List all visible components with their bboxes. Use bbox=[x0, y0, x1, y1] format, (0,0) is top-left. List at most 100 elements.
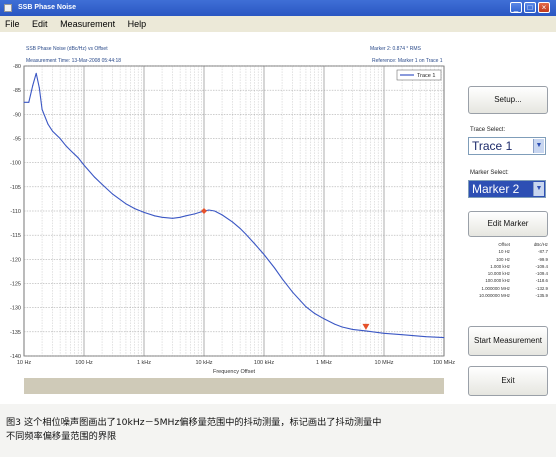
row-value: -109.4 bbox=[535, 263, 548, 269]
trace-select-label: Trace Select: bbox=[470, 127, 506, 133]
app-icon bbox=[4, 4, 12, 12]
y-tick-label: -135 bbox=[10, 330, 21, 336]
marker-select[interactable]: Marker 2 ▼ bbox=[468, 180, 546, 198]
title-bar: SSB Phase Noise _ □ × bbox=[0, 0, 556, 16]
caption-line-1: 图3 这个相位噪声图画出了10kHz－5MHz偏移量范围中的抖动测量，标记画出了… bbox=[6, 417, 382, 428]
row-offset: 10 Hz bbox=[498, 249, 510, 255]
x-tick-label: 1 kHz bbox=[137, 360, 151, 366]
trace-1-point bbox=[383, 332, 385, 334]
trace-1-point bbox=[47, 123, 49, 125]
y-tick-label: -90 bbox=[13, 112, 21, 118]
trace-1-point bbox=[172, 217, 174, 219]
trace-1-point bbox=[52, 130, 54, 132]
trace-1-point bbox=[59, 138, 61, 139]
menu-help[interactable]: Help bbox=[123, 16, 152, 32]
trace-1-point bbox=[77, 157, 79, 159]
row-value: -132.9 bbox=[535, 285, 548, 291]
x-tick-label: 1 MHz bbox=[316, 360, 332, 366]
trace-1-point bbox=[161, 216, 163, 218]
trace-1-point bbox=[274, 267, 276, 269]
y-tick-label: -120 bbox=[10, 257, 21, 263]
trace-1-point bbox=[305, 306, 307, 308]
trace-select[interactable]: Trace 1 ▼ bbox=[468, 137, 546, 155]
trace-1-point bbox=[214, 210, 216, 212]
start-measurement-button[interactable]: Start Measurement bbox=[468, 326, 548, 356]
trace-1-point bbox=[341, 326, 343, 328]
x-tick-label: 10 MHz bbox=[375, 360, 394, 366]
row-offset: 1.000000 MHz bbox=[481, 285, 510, 291]
exit-button[interactable]: Exit bbox=[468, 366, 548, 396]
minimize-button[interactable]: _ bbox=[510, 2, 522, 13]
table-header-value: dBc/Hz bbox=[533, 242, 548, 247]
table-row: 10.000000 MHz -135.9 bbox=[470, 292, 548, 299]
row-offset: 10.000000 MHz bbox=[479, 293, 510, 299]
table-row: 10 Hz -87.7 bbox=[470, 248, 548, 255]
y-tick-label: -125 bbox=[10, 282, 21, 288]
maximize-button[interactable]: □ bbox=[524, 2, 536, 13]
y-tick-label: -95 bbox=[13, 137, 21, 143]
window-title: SSB Phase Noise bbox=[18, 4, 76, 11]
table-header: Offset dBc/Hz bbox=[470, 241, 548, 248]
table-row: 1.000000 MHz -132.9 bbox=[470, 285, 548, 292]
row-value: -118.6 bbox=[535, 278, 548, 284]
x-axis-label: Frequency Offset bbox=[213, 369, 256, 375]
trace-1-point bbox=[352, 328, 354, 330]
x-tick-label: 100 kHz bbox=[254, 360, 274, 366]
trace-1-point bbox=[208, 209, 210, 211]
chevron-down-icon[interactable]: ▼ bbox=[533, 139, 544, 153]
trace-1-point bbox=[314, 312, 316, 314]
trace-1-point bbox=[94, 176, 96, 178]
y-tick-label: -115 bbox=[10, 233, 21, 239]
trace-1-point bbox=[154, 215, 156, 217]
marker-table: Offset dBc/Hz 10 Hz -87.7 100 Hz -99.9 1.0… bbox=[470, 241, 548, 299]
trace-1-point bbox=[401, 334, 403, 336]
y-tick-label: -80 bbox=[13, 64, 21, 70]
trace-1-point bbox=[334, 323, 336, 325]
trace-1-point bbox=[38, 87, 40, 89]
menu-edit[interactable]: Edit bbox=[27, 16, 53, 32]
legend-label: Trace 1 bbox=[417, 73, 435, 79]
chevron-down-icon[interactable]: ▼ bbox=[533, 182, 544, 196]
y-tick-label: -110 bbox=[10, 209, 21, 215]
trace-1-point bbox=[101, 183, 103, 185]
trace-1-point bbox=[32, 84, 34, 86]
y-tick-label: -85 bbox=[13, 88, 21, 94]
menu-measurement[interactable]: Measurement bbox=[55, 16, 120, 32]
table-header-offset: Offset bbox=[498, 242, 510, 247]
trace-1-point bbox=[263, 254, 265, 255]
trace-1-point bbox=[143, 211, 145, 213]
row-offset: 100.000 kHz bbox=[485, 278, 510, 284]
table-row: 100.000 kHz -118.6 bbox=[470, 277, 548, 284]
trace-1-point bbox=[425, 336, 427, 338]
menu-bar: File Edit Measurement Help bbox=[0, 16, 556, 32]
row-offset: 100 Hz bbox=[496, 256, 510, 262]
trace-1-point bbox=[41, 109, 43, 110]
x-tick-label: 10 kHz bbox=[195, 360, 212, 366]
row-value: -99.9 bbox=[537, 256, 548, 262]
trace-1-point bbox=[125, 203, 127, 205]
trace-1-point bbox=[245, 233, 247, 235]
trace-1-point bbox=[239, 227, 241, 229]
trace-1-point bbox=[70, 150, 72, 152]
close-button[interactable]: × bbox=[538, 2, 550, 13]
setup-button[interactable]: Setup... bbox=[468, 86, 548, 114]
trace-1-point bbox=[323, 318, 325, 320]
marker-select-label: Marker Select: bbox=[470, 170, 509, 176]
y-tick-label: -100 bbox=[10, 161, 21, 167]
row-value: -87.7 bbox=[537, 249, 548, 255]
y-tick-label: -105 bbox=[10, 185, 21, 191]
page: SSB Phase Noise _ □ × File Edit Measurem… bbox=[0, 0, 556, 457]
edit-marker-button[interactable]: Edit Marker bbox=[468, 211, 548, 237]
row-value: -109.4 bbox=[535, 271, 548, 277]
menu-file[interactable]: File bbox=[0, 16, 25, 32]
phase-noise-plot[interactable]: -80 -85 -90 -95 -100 -105 -110 -115 -120 -125 -130… bbox=[0, 32, 460, 378]
row-value: -135.9 bbox=[535, 293, 548, 299]
figure-caption: 图3 这个相位噪声图画出了10kHz－5MHz偏移量范围中的抖动测量，标记画出了… bbox=[6, 416, 554, 444]
status-strip bbox=[24, 378, 444, 394]
row-offset: 10.000 kHz bbox=[487, 271, 510, 277]
trace-1-point bbox=[443, 337, 445, 339]
trace-1-point bbox=[23, 101, 25, 103]
trace-1-point bbox=[83, 164, 85, 166]
trace-select-value: Trace 1 bbox=[472, 139, 513, 153]
trace-1-point bbox=[134, 208, 136, 210]
